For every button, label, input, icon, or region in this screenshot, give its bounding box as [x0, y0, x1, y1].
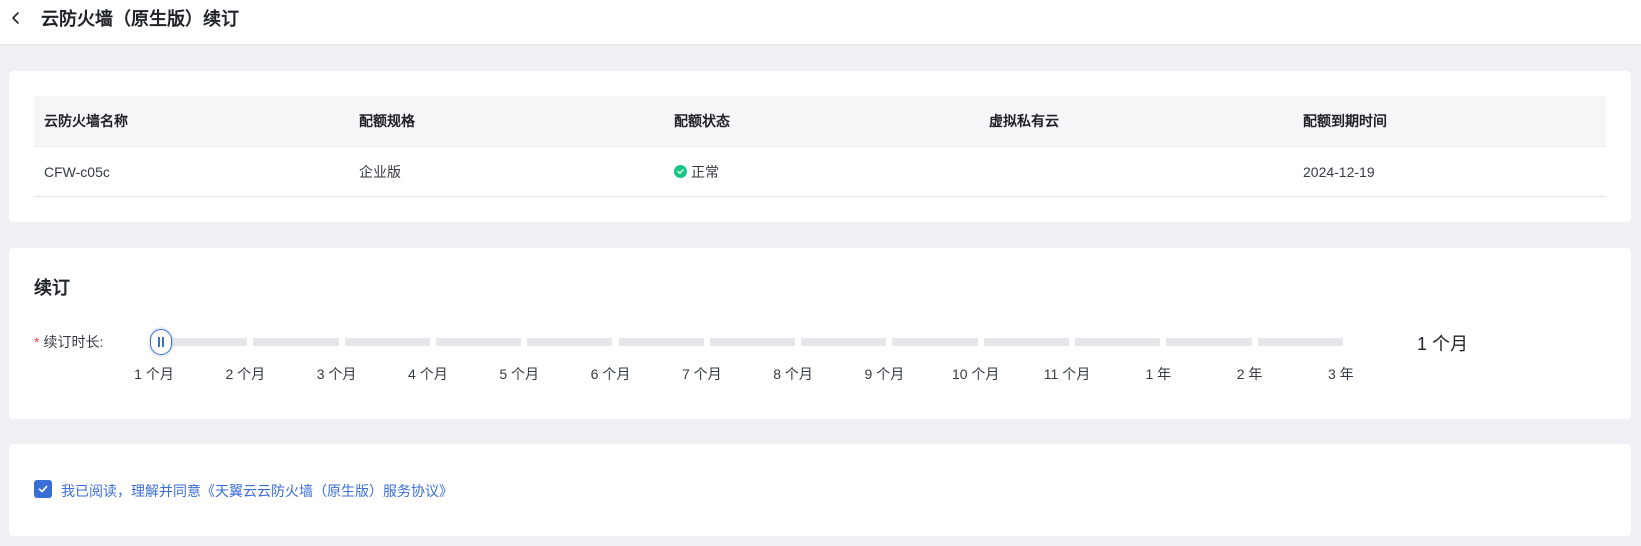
duration-tick-label[interactable]: 2 年 — [1237, 364, 1263, 384]
cell-status: 正常 — [674, 162, 719, 182]
duration-label: * 续订时长: — [34, 334, 104, 350]
slider-segment — [344, 338, 430, 346]
duration-tick-label[interactable]: 2 个月 — [225, 364, 265, 384]
duration-tick-label[interactable]: 6 个月 — [591, 364, 631, 384]
duration-tick-label[interactable]: 5 个月 — [499, 364, 539, 384]
table-header: 云防火墙名称 配额规格 配额状态 虚拟私有云 配额到期时间 — [34, 96, 1606, 146]
grip-icon — [162, 337, 164, 347]
slider-segment — [1166, 338, 1252, 346]
quota-info-card: 云防火墙名称 配额规格 配额状态 虚拟私有云 配额到期时间 CFW-c05c 企… — [9, 71, 1631, 222]
agreement-link[interactable]: 我已阅读，理解并同意《天翼云云防火墙（原生版）服务协议》 — [61, 481, 453, 501]
checkmark-icon — [38, 485, 48, 493]
duration-tick-label[interactable]: 1 年 — [1145, 364, 1171, 384]
slider-segment — [801, 338, 887, 346]
check-circle-icon — [674, 165, 687, 178]
slider-segment — [892, 338, 978, 346]
slider-segment — [983, 338, 1069, 346]
duration-tick-label[interactable]: 11 个月 — [1044, 364, 1090, 384]
slider-segment — [253, 338, 339, 346]
grip-icon — [158, 337, 160, 347]
slider-segment — [709, 338, 796, 346]
duration-tick-label[interactable]: 8 个月 — [773, 364, 813, 384]
column-header-spec: 配额规格 — [359, 113, 415, 129]
duration-tick-label[interactable]: 10 个月 — [952, 364, 999, 384]
duration-tick-label[interactable]: 4 个月 — [408, 364, 448, 384]
slider-segment — [435, 338, 522, 346]
slider-segment — [527, 338, 613, 346]
agreement-checkbox[interactable] — [34, 480, 52, 498]
back-button[interactable] — [4, 4, 28, 32]
duration-tick-label[interactable]: 9 个月 — [865, 364, 905, 384]
status-text: 正常 — [691, 163, 719, 180]
column-header-name: 云防火墙名称 — [44, 113, 128, 129]
duration-tick-label[interactable]: 3 个月 — [317, 364, 357, 384]
cell-spec: 企业版 — [359, 163, 401, 180]
duration-tick-label[interactable]: 1 个月 — [134, 364, 174, 384]
duration-value: 1 个月 — [1417, 334, 1469, 354]
page-header: 云防火墙（原生版）续订 — [0, 0, 1641, 44]
agreement-card: 我已阅读，理解并同意《天翼云云防火墙（原生版）服务协议》 — [9, 444, 1631, 536]
duration-slider-handle[interactable] — [150, 329, 172, 355]
cell-firewall-name: CFW-c05c — [44, 163, 110, 180]
column-header-expire: 配额到期时间 — [1303, 113, 1387, 129]
column-header-status: 配额状态 — [674, 113, 730, 129]
slider-segment — [159, 338, 248, 346]
slider-segment — [618, 338, 704, 346]
slider-segment — [1257, 338, 1343, 346]
duration-slider-track[interactable] — [159, 338, 1414, 346]
required-asterisk: * — [34, 334, 40, 350]
duration-tick-label[interactable]: 3 年 — [1328, 364, 1354, 384]
cell-expire-time: 2024-12-19 — [1303, 163, 1375, 180]
renew-card: 续订 * 续订时长: 1 个月 2 个月 3 个月 4 个月 5 个月 6 个月 7 个月 8 … — [9, 248, 1631, 419]
section-title-renew: 续订 — [34, 278, 70, 298]
page-title: 云防火墙（原生版）续订 — [41, 9, 239, 29]
duration-tick-label[interactable]: 7 个月 — [682, 364, 722, 384]
column-header-vpc: 虚拟私有云 — [989, 113, 1059, 129]
slider-segment — [1075, 338, 1161, 346]
table-row: CFW-c05c 企业版 正常 2024-12-19 — [34, 146, 1606, 197]
quota-table: 云防火墙名称 配额规格 配额状态 虚拟私有云 配额到期时间 CFW-c05c 企… — [34, 96, 1606, 197]
chevron-left-icon — [12, 12, 19, 24]
